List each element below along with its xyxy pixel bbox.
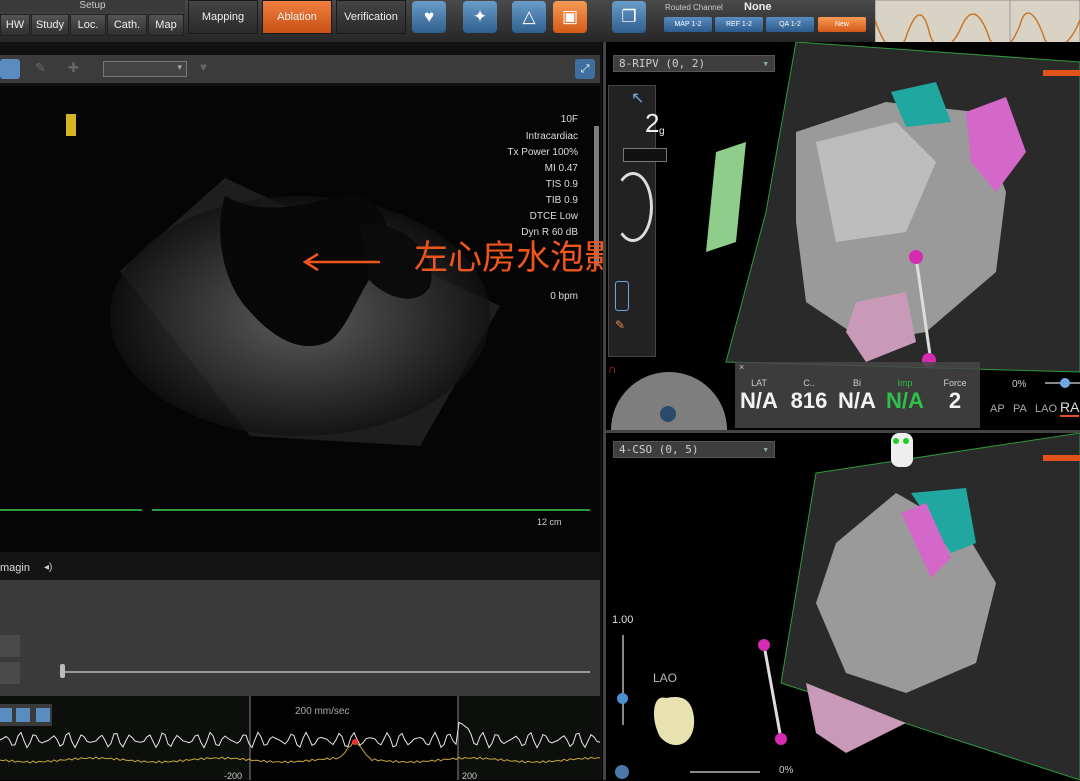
zoom-slider[interactable] <box>622 635 624 725</box>
pen-icon[interactable]: ✎ <box>35 60 46 76</box>
view-ra[interactable]: RA <box>1060 399 1080 417</box>
ultrasound-toolbar: ✎ ✚ ▾ ♥ ⤢ <box>0 55 600 83</box>
metric-label-bi: Bi <box>852 378 861 388</box>
preset-select[interactable]: ▾ <box>103 61 187 77</box>
annotation-text: 左心房水泡影 <box>414 238 618 278</box>
view-lao[interactable]: LAO <box>1035 403 1057 415</box>
opacity-value-top: 0% <box>1012 379 1027 390</box>
ecg-tools <box>0 704 52 726</box>
channel-new-button[interactable]: New <box>818 17 866 32</box>
windows-icon[interactable]: ❐ <box>612 1 646 33</box>
expand-icon[interactable]: ⤢ <box>575 59 595 79</box>
force-indicator <box>623 148 667 162</box>
save-icon[interactable] <box>36 708 50 722</box>
channel-ref-button[interactable]: REF 1-2 <box>715 17 763 32</box>
metric-value-c: 816 <box>790 388 828 413</box>
param-dtce: DTCE Low <box>529 211 578 222</box>
settings-icon[interactable]: ✚ <box>68 60 79 76</box>
param-mode: Intracardiac <box>525 131 578 142</box>
check-icon[interactable] <box>615 765 629 779</box>
3d-map-bottom[interactable] <box>606 433 1080 780</box>
opacity-value-bottom: 0% <box>779 765 794 776</box>
mode-mapping[interactable]: Mapping <box>188 0 258 34</box>
metric-label-force: Force <box>943 378 967 388</box>
setup-label: Setup <box>0 0 185 12</box>
tab-loc[interactable]: Loc. <box>70 14 106 36</box>
map-view-select-value: 4-CSO (0, 5) <box>619 443 699 456</box>
grid-icon[interactable] <box>16 708 30 722</box>
frame-button[interactable] <box>0 635 20 657</box>
metric-label-imp: Imp <box>897 378 913 388</box>
map-view-select-value: 8-RIPV (0, 2) <box>619 57 706 70</box>
metric-value-lat: N/A <box>740 388 778 413</box>
metric-value-imp: N/A <box>886 388 924 413</box>
param-mi: MI 0.47 <box>544 163 578 174</box>
zoom-slider-handle[interactable] <box>617 693 628 704</box>
routed-channel-value: None <box>744 1 772 13</box>
mode-verification[interactable]: Verification <box>336 0 406 34</box>
param-tis: TIS 0.9 <box>545 179 578 190</box>
channel-map-button[interactable]: MAP 1-2 <box>664 17 712 32</box>
frame-button[interactable] <box>0 662 20 684</box>
ecg-strip: 200 mm/sec -200 200 <box>0 696 600 781</box>
param-bpm: 0 bpm <box>550 291 578 302</box>
imaging-bar: magin ◂) <box>0 552 600 580</box>
zoom-value: 1.00 <box>612 614 634 626</box>
tab-cath[interactable]: Cath. <box>107 14 147 36</box>
force-value: 2 <box>645 108 660 138</box>
close-icon[interactable]: × <box>739 362 744 372</box>
param-tib: TIB 0.9 <box>545 195 578 206</box>
channel-qa-button[interactable]: QA 1-2 <box>766 17 814 32</box>
opacity-slider-handle[interactable] <box>1060 378 1070 388</box>
ecg-speed: 200 mm/sec <box>295 706 350 717</box>
compass-icon[interactable]: ✦ <box>463 1 497 33</box>
cine-slider[interactable] <box>62 671 590 673</box>
orientation-widget[interactable]: ∩ <box>608 362 732 430</box>
metrics-panel: × LAT N/A C.. 816 Bi N/A Imp N/A Force 2 <box>735 362 980 428</box>
speaker-icon[interactable]: ◂) <box>44 562 52 573</box>
tab-hw[interactable]: HW <box>0 14 30 36</box>
catheter-icon[interactable]: ✎ <box>615 318 635 334</box>
toggle-icon[interactable] <box>615 281 629 311</box>
camera-icon[interactable] <box>0 59 20 79</box>
routed-channel-label: Routed Channel <box>665 3 723 12</box>
view-ap[interactable]: AP <box>990 403 1005 415</box>
force-dial <box>613 172 653 242</box>
zoom-icon[interactable] <box>0 708 12 722</box>
metric-label-c: C.. <box>803 378 815 388</box>
tab-study[interactable]: Study <box>31 14 69 36</box>
playback-area <box>0 580 600 696</box>
param-probe: 10F <box>560 114 578 125</box>
map-view-select-bottom[interactable]: 4-CSO (0, 5) ▾ <box>613 441 775 458</box>
map-view-select-top[interactable]: 8-RIPV (0, 2) ▾ <box>613 55 775 72</box>
heart-icon[interactable]: ♥ <box>200 60 207 74</box>
ultrasound-fan-icon[interactable]: △ <box>512 1 546 33</box>
record-screen-icon[interactable]: ▣ <box>553 1 587 33</box>
view-pa[interactable]: PA <box>1013 403 1027 415</box>
force-unit: g <box>659 126 665 137</box>
pointer-icon[interactable]: ↖ <box>631 88 644 108</box>
opacity-slider-bottom[interactable] <box>690 771 760 773</box>
heart-add-icon[interactable]: ♥ <box>412 1 446 33</box>
magnet-icon[interactable]: ∩ <box>608 362 617 376</box>
mode-ablation[interactable]: Ablation <box>262 0 332 34</box>
ultrasound-image: 10F Intracardiac Tx Power 100% MI 0.47 T… <box>0 86 600 552</box>
orientation-label: LAO <box>653 671 678 685</box>
imaging-label: magin <box>0 562 30 574</box>
metric-value-force: 2 <box>948 388 962 413</box>
catheter-tools: ↖ 2 g ✎ <box>608 85 667 357</box>
cine-slider-handle[interactable] <box>60 664 65 678</box>
chevron-down-icon[interactable] <box>660 406 676 422</box>
metric-value-bi: N/A <box>838 388 876 413</box>
param-tx-power: Tx Power 100% <box>507 147 578 158</box>
depth-scale: 12 cm <box>537 517 562 527</box>
tab-map[interactable]: Map <box>148 14 184 36</box>
heart-orientation-icon <box>654 697 695 746</box>
metric-label-lat: LAT <box>751 378 767 388</box>
